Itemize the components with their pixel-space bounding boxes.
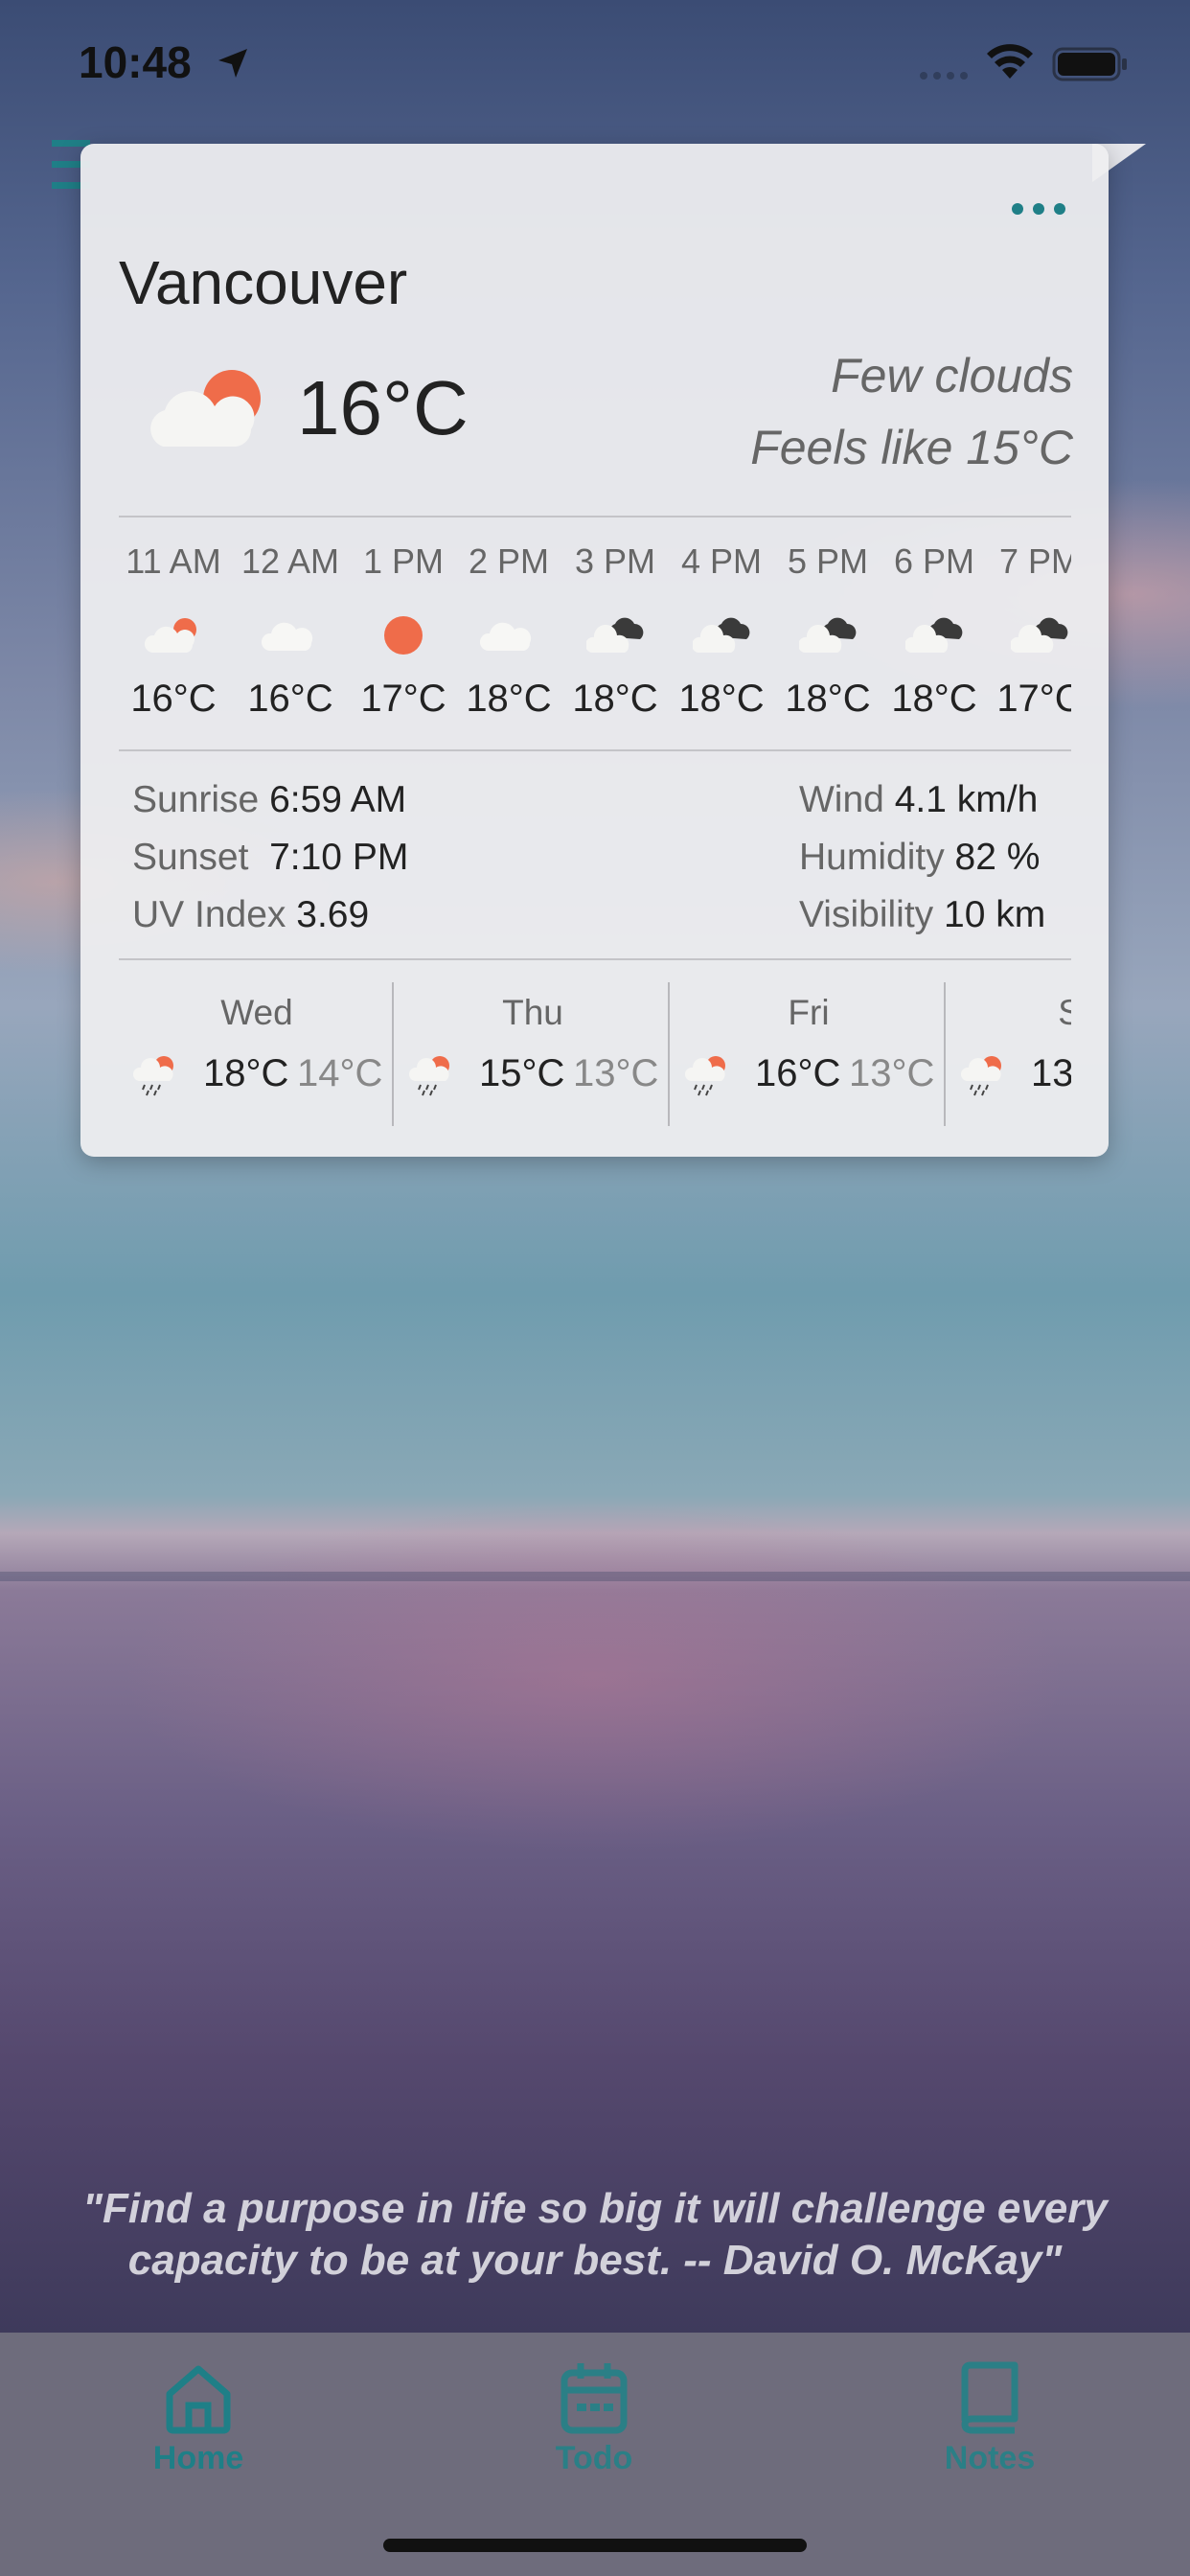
hourly-item: 3 PM 18°C xyxy=(562,541,668,721)
hour-temperature: 17°C xyxy=(360,678,446,720)
tab-label: Home xyxy=(152,2440,244,2476)
hour-label: 2 PM xyxy=(468,541,550,581)
sun-details: Sunrise 6:59 AM Sunset 7:10 PM UV Index … xyxy=(132,771,408,944)
cloud-icon xyxy=(480,622,532,651)
hour-label: 6 PM xyxy=(893,541,975,581)
dark-clouds-icon xyxy=(905,617,963,653)
day-high: 16°C xyxy=(755,1052,841,1094)
feels-like-text: Feels like 15°C xyxy=(750,421,1073,474)
hour-label: 3 PM xyxy=(574,541,656,581)
hourly-item: 12 AM 16°C xyxy=(238,541,343,721)
cloud-icon xyxy=(262,622,313,651)
hour-temperature: 16°C xyxy=(130,678,217,720)
divider xyxy=(119,958,1071,960)
tab-todo[interactable]: Todo xyxy=(498,2358,690,2477)
day-low: 13°C xyxy=(849,1052,935,1094)
hour-temperature: 18°C xyxy=(891,678,977,720)
hour-temperature: 18°C xyxy=(785,678,871,720)
hour-temperature: 18°C xyxy=(572,678,658,720)
sun-rain-icon xyxy=(133,1056,173,1096)
hour-label: 11 AM xyxy=(126,541,221,581)
hourly-item: 11 AM 16°C xyxy=(121,541,226,721)
visibility-row: Visibility 10 km xyxy=(799,894,1046,935)
divider xyxy=(119,516,1071,518)
day-high: 13°C xyxy=(1031,1052,1071,1094)
home-icon xyxy=(166,2365,231,2434)
uv-index-row: UV Index 3.69 xyxy=(132,894,370,935)
day-name: Wed xyxy=(220,993,293,1032)
hour-temperature: 16°C xyxy=(247,678,333,720)
day-separator xyxy=(392,982,394,1126)
dark-clouds-icon xyxy=(1011,617,1068,653)
cellular-signal-icon xyxy=(920,72,968,80)
day-high: 15°C xyxy=(479,1052,565,1094)
status-bar: 10:48 xyxy=(0,0,1190,134)
more-options-icon[interactable] xyxy=(1010,201,1067,217)
dark-clouds-icon xyxy=(693,617,750,653)
calendar-icon xyxy=(561,2363,628,2434)
daily-item: Wed 18°C 14°C xyxy=(119,978,395,1121)
sun-rain-icon xyxy=(685,1056,725,1096)
sun-cloud-icon xyxy=(150,370,261,447)
hourly-item: 7 PM 17°C xyxy=(987,541,1071,721)
hour-label: 5 PM xyxy=(787,541,869,581)
daily-item: Fri 16°C 13°C xyxy=(671,978,947,1121)
day-separator xyxy=(668,982,670,1126)
hourly-item: 6 PM 18°C xyxy=(881,541,987,721)
day-high: 18°C xyxy=(203,1052,289,1094)
status-time: 10:48 xyxy=(79,37,192,87)
hour-label: 4 PM xyxy=(680,541,763,581)
day-separator xyxy=(944,982,946,1126)
hour-temperature: 18°C xyxy=(678,678,765,720)
hourly-forecast[interactable]: 11 AM 16°C 12 AM 16°C 1 PM 17°C 2 PM 18°… xyxy=(119,541,1071,733)
condition-text: Few clouds xyxy=(831,349,1073,402)
tab-label: Notes xyxy=(944,2440,1036,2476)
humidity-row: Humidity 82 % xyxy=(799,837,1041,878)
weather-description: Few clouds Feels like 15°C xyxy=(671,340,1073,484)
sunset-row: Sunset 7:10 PM xyxy=(132,837,409,878)
sunrise-row: Sunrise 6:59 AM xyxy=(132,779,407,820)
tab-notes[interactable]: Notes xyxy=(894,2358,1086,2477)
current-temperature: 16°C xyxy=(297,365,469,450)
day-name: Fri xyxy=(788,993,830,1032)
sun-cloud-icon xyxy=(145,618,196,653)
sun-icon xyxy=(384,616,423,655)
day-low: 13°C xyxy=(573,1052,659,1094)
city-name: Vancouver xyxy=(119,248,408,317)
hourly-item: 5 PM 18°C xyxy=(775,541,881,721)
dark-clouds-icon xyxy=(799,617,857,653)
hourly-item: 2 PM 18°C xyxy=(456,541,561,721)
hourly-item: 4 PM 18°C xyxy=(669,541,774,721)
day-low: 14°C xyxy=(297,1052,383,1094)
sun-rain-icon xyxy=(409,1056,449,1096)
hour-temperature: 18°C xyxy=(466,678,552,720)
book-icon xyxy=(961,2361,1018,2434)
hour-label: 7 PM xyxy=(998,541,1071,581)
hour-temperature: 17°C xyxy=(996,678,1071,720)
location-arrow-icon xyxy=(218,49,247,78)
quote-text: "Find a purpose in life so big it will c… xyxy=(82,2185,1108,2284)
hour-label: 12 AM xyxy=(240,541,340,581)
hourly-item: 1 PM 17°C xyxy=(351,541,456,721)
tab-label: Todo xyxy=(555,2440,633,2476)
daily-item: Thu 15°C 13°C xyxy=(395,978,671,1121)
tab-home[interactable]: Home xyxy=(103,2358,294,2477)
wifi-icon xyxy=(987,44,1033,79)
day-name: Sat xyxy=(1058,993,1071,1032)
wind-row: Wind 4.1 km/h xyxy=(799,779,1039,820)
home-indicator xyxy=(383,2539,807,2552)
divider xyxy=(119,749,1071,751)
day-name: Thu xyxy=(502,993,563,1032)
atmosphere-details: Wind 4.1 km/h Humidity 82 % Visibility 1… xyxy=(799,771,1045,944)
horizon-line xyxy=(0,1572,1190,1581)
dark-clouds-icon xyxy=(586,617,644,653)
battery-icon xyxy=(1052,47,1127,81)
sun-rain-icon xyxy=(961,1056,1001,1096)
hour-label: 1 PM xyxy=(362,541,445,581)
daily-item: Sat 13°C xyxy=(947,978,1071,1121)
daily-forecast[interactable]: Wed 18°C 14°C Thu 15°C 13°C Fri 16°C 13°… xyxy=(119,978,1071,1131)
